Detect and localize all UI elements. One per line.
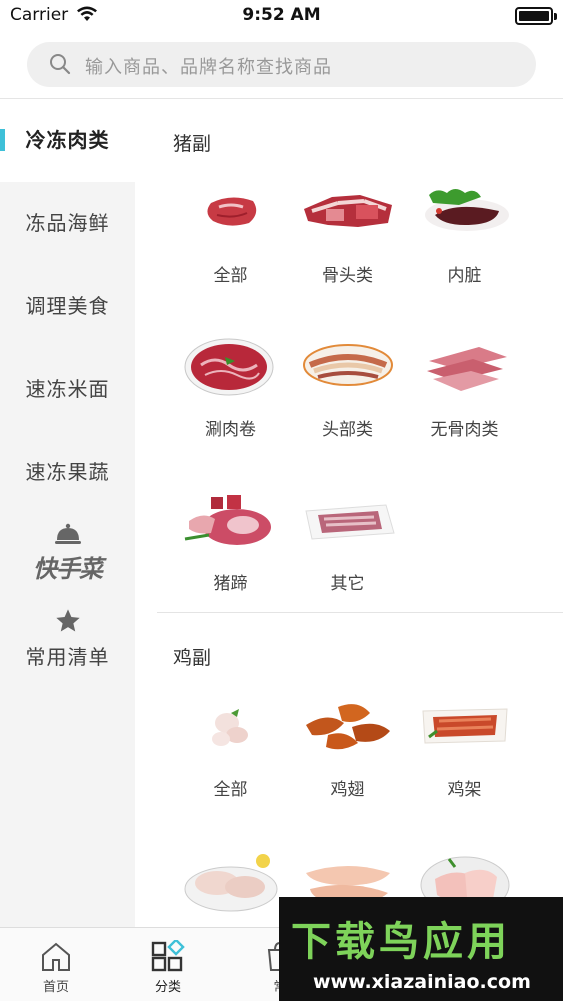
subcategory-tile[interactable]: 全部 [172,181,289,286]
raw-pork-image [181,181,281,245]
tile-label: 头部类 [322,420,373,440]
tab-label: 首页 [42,980,69,995]
status-bar: Carrier 9:52 AM [0,0,563,32]
tile-label: 鸡架 [447,780,482,800]
section-title: 鸡副 [173,647,212,669]
home-icon [0,928,112,971]
subcategory-tile[interactable]: 涮肉卷 [172,335,289,440]
subcategory-tile[interactable]: 骨头类 [289,181,406,286]
section-title: 猪副 [173,133,212,155]
search-placeholder: 输入商品、品牌名称查找商品 [85,57,332,78]
subcategory-tile[interactable]: 无骨肉类 [406,335,523,440]
chicken-frame-image [415,695,515,759]
clock: 9:52 AM [242,5,321,25]
sidebar-item-frozen-meat[interactable]: 冷冻肉类 [0,99,135,182]
subcategory-tile[interactable]: 其它 [289,489,406,594]
category-sidebar: 冷冻肉类 冻品海鲜 调理美食 速冻米面 速冻果蔬 快手菜 常用清单 [0,99,135,927]
section-divider [157,612,563,613]
quick-dishes-logo: 快手菜 [33,555,103,583]
star-icon [0,607,135,639]
pork-bones-image [298,181,398,245]
tile-label: 全部 [213,266,248,286]
chicken-legs-image [181,849,281,913]
sidebar-item-label: 速冻果蔬 [25,460,110,484]
tile-label: 猪蹄 [213,574,248,594]
chicken-parts-image [181,695,281,759]
sidebar-item-favorites[interactable]: 常用清单 [0,607,135,670]
search-bar[interactable]: 输入商品、品牌名称查找商品 [27,42,536,87]
tile-label: 内脏 [447,266,482,286]
sidebar-item-frozen-noodles[interactable]: 速冻米面 [0,348,135,431]
other-meat-image [298,489,398,553]
category-icon [112,928,224,972]
sidebar-item-seafood[interactable]: 冻品海鲜 [0,182,135,265]
watermark-title: 下载鸟应用 [291,919,511,965]
tab-category[interactable]: 分类 [112,928,224,995]
head-meat-image [298,335,398,399]
subcategory-tile[interactable]: 头部类 [289,335,406,440]
tile-label: 其它 [330,574,365,594]
tile-label: 鸡翅 [330,780,365,800]
watermark-banner: 下载鸟应用 www.xiazainiao.com [279,897,563,1001]
category-content: 猪副 全部 骨头类 内脏 涮肉卷 头部类 无骨肉类 猪蹄 其它 鸡副 全部 鸡翅… [135,99,563,927]
meat-roll-image [181,335,281,399]
pig-trotter-image [181,489,281,553]
sidebar-item-label: 常用清单 [25,645,110,669]
sidebar-item-prepared-food[interactable]: 调理美食 [0,265,135,348]
tile-label: 无骨肉类 [430,420,499,440]
tab-home[interactable]: 首页 [0,928,112,995]
tile-label: 全部 [213,780,248,800]
subcategory-tile[interactable]: 鸡翅 [289,695,406,800]
subcategory-tile[interactable] [172,849,289,913]
active-indicator [0,129,5,151]
sidebar-item-frozen-vegetables[interactable]: 速冻果蔬 [0,431,135,514]
sidebar-item-label: 冻品海鲜 [25,211,110,235]
tile-label: 涮肉卷 [205,420,256,440]
sidebar-item-quick-dishes[interactable]: 快手菜 [0,523,135,584]
sidebar-item-label: 冷冻肉类 [25,128,110,152]
subcategory-tile[interactable]: 猪蹄 [172,489,289,594]
subcategory-tile[interactable]: 鸡架 [406,695,523,800]
search-icon [49,53,71,79]
chicken-wings-image [298,695,398,759]
tile-label: 骨头类 [322,266,373,286]
boneless-meat-image [415,335,515,399]
subcategory-tile[interactable]: 全部 [172,695,289,800]
tab-label: 分类 [154,980,181,995]
sidebar-item-label: 调理美食 [25,294,110,318]
battery-icon [515,7,557,25]
cloche-icon [0,523,135,549]
offal-image [415,181,515,245]
watermark-url: www.xiazainiao.com [313,971,531,993]
subcategory-tile[interactable]: 内脏 [406,181,523,286]
sidebar-item-label: 速冻米面 [25,377,110,401]
